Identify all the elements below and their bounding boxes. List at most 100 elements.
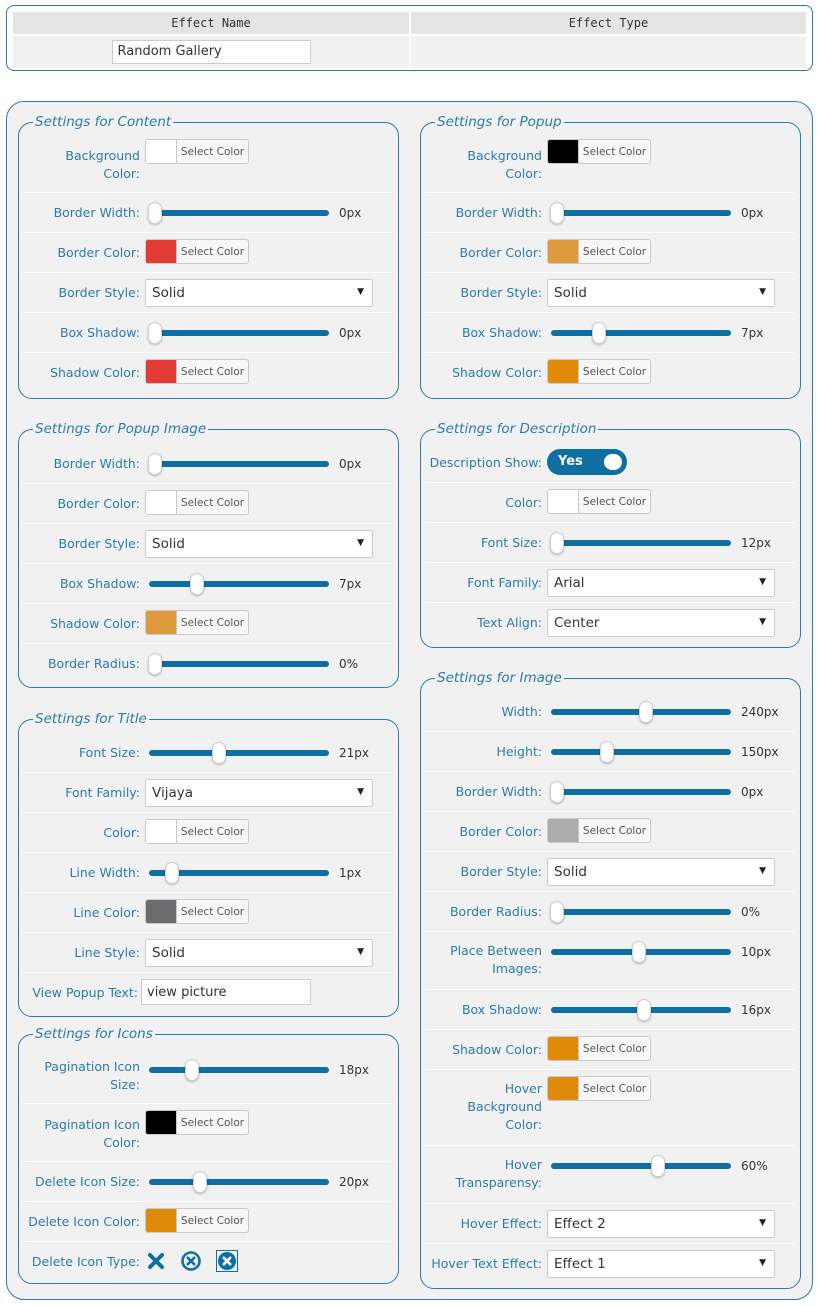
background-color-picker[interactable]: Select Color bbox=[145, 139, 249, 164]
slider-thumb[interactable] bbox=[600, 740, 615, 763]
box-shadow-slider[interactable] bbox=[551, 313, 731, 352]
line-style-select[interactable]: Solid ▼ bbox=[145, 939, 373, 967]
label-shadow-color: Shadow Color: bbox=[452, 1041, 542, 1057]
label-box-shadow: Box Shadow: bbox=[461, 324, 542, 340]
label-hover-text-effect: Hover Text Effect: bbox=[431, 1256, 542, 1271]
font-size-slider[interactable] bbox=[149, 733, 329, 772]
label-border-radius: Border Radius: bbox=[449, 903, 542, 919]
label-font-size: Font Size: bbox=[78, 744, 140, 760]
background-color-picker[interactable]: Select Color bbox=[547, 139, 651, 164]
height-slider[interactable] bbox=[551, 732, 731, 771]
slider-thumb[interactable] bbox=[550, 900, 564, 923]
row-border-width: Border Width: 0px bbox=[23, 444, 392, 484]
border-width-slider[interactable] bbox=[148, 193, 329, 232]
pagination-icon-size-slider[interactable] bbox=[149, 1046, 329, 1094]
label-font-size: Font Size: bbox=[480, 534, 542, 550]
color-picker[interactable]: Select Color bbox=[547, 489, 651, 514]
slider-thumb[interactable] bbox=[637, 998, 652, 1021]
effect-header-box: Effect Name Effect Type Random Gallery bbox=[6, 5, 813, 71]
border-style-select[interactable]: Solid ▼ bbox=[145, 530, 373, 558]
row-delete-icon-type: Delete Icon Type: bbox=[23, 1242, 392, 1282]
slider-thumb[interactable] bbox=[164, 861, 179, 884]
border-width-slider[interactable] bbox=[550, 772, 731, 811]
view-popup-text-input[interactable]: view picture bbox=[141, 979, 311, 1005]
row-shadow-color: Shadow Color: Select Color bbox=[23, 353, 392, 393]
slider-thumb[interactable] bbox=[650, 1155, 665, 1177]
border-color-picker[interactable]: Select Color bbox=[145, 239, 249, 264]
place-between-images-slider[interactable] bbox=[551, 932, 731, 972]
delete-icon-size-slider[interactable] bbox=[149, 1162, 329, 1201]
slider-thumb[interactable] bbox=[632, 941, 647, 963]
shadow-color-picker[interactable]: Select Color bbox=[547, 359, 651, 384]
pagination-icon-color-picker[interactable]: Select Color bbox=[145, 1110, 249, 1135]
border-width-slider[interactable] bbox=[148, 444, 329, 483]
slider-thumb[interactable] bbox=[550, 531, 564, 554]
hover-background-color-picker[interactable]: Select Color bbox=[547, 1076, 651, 1101]
hover-text-effect-select[interactable]: Effect 1 ▼ bbox=[547, 1250, 775, 1278]
legend-title: Settings for Title bbox=[33, 710, 149, 728]
hover-transparency-value: 60% bbox=[741, 1159, 768, 1173]
legend-content: Settings for Content bbox=[33, 113, 174, 131]
font-size-slider[interactable] bbox=[550, 523, 731, 562]
border-color-picker[interactable]: Select Color bbox=[547, 239, 651, 264]
font-family-select[interactable]: Arial ▼ bbox=[547, 569, 775, 597]
slider-thumb[interactable] bbox=[639, 700, 654, 723]
border-radius-slider[interactable] bbox=[550, 892, 731, 931]
border-color-picker[interactable]: Select Color bbox=[547, 818, 651, 843]
slider-thumb[interactable] bbox=[211, 741, 226, 764]
slider-thumb[interactable] bbox=[193, 1170, 208, 1193]
text-align-select[interactable]: Center ▼ bbox=[547, 609, 775, 637]
x-circle-filled-icon[interactable] bbox=[216, 1250, 238, 1272]
line-color-picker[interactable]: Select Color bbox=[145, 899, 249, 924]
border-style-select[interactable]: Solid ▼ bbox=[547, 279, 775, 307]
slider-thumb[interactable] bbox=[592, 321, 606, 344]
border-color-picker[interactable]: Select Color bbox=[145, 490, 249, 515]
color-picker[interactable]: Select Color bbox=[145, 819, 249, 844]
slider-thumb[interactable] bbox=[148, 452, 162, 475]
effect-name-input[interactable]: Random Gallery bbox=[111, 40, 311, 64]
row-height: Height: 150px bbox=[425, 732, 794, 772]
font-family-select[interactable]: Vijaya ▼ bbox=[145, 779, 373, 807]
slider-thumb[interactable] bbox=[190, 572, 204, 595]
delete-icon-color-picker[interactable]: Select Color bbox=[145, 1208, 249, 1233]
row-box-shadow: Box Shadow: 7px bbox=[425, 313, 794, 353]
x-cross-icon[interactable] bbox=[145, 1250, 167, 1272]
border-style-select[interactable]: Solid ▼ bbox=[547, 858, 775, 886]
shadow-color-picker[interactable]: Select Color bbox=[547, 1036, 651, 1061]
description-show-toggle[interactable]: Yes bbox=[547, 449, 627, 475]
row-font-family: Font Family: Vijaya ▼ bbox=[23, 773, 392, 813]
label-border-radius: Border Radius: bbox=[47, 656, 140, 671]
row-background-color: Background Color: Select Color bbox=[23, 133, 392, 193]
label-font-family: Font Family: bbox=[65, 784, 140, 800]
row-shadow-color: Shadow Color: Select Color bbox=[425, 1030, 794, 1070]
box-shadow-slider[interactable] bbox=[551, 990, 731, 1029]
box-shadow-value: 16px bbox=[741, 1002, 771, 1017]
legend-description: Settings for Description bbox=[435, 420, 599, 438]
slider-thumb[interactable] bbox=[148, 201, 162, 224]
x-circle-outline-icon[interactable] bbox=[180, 1250, 202, 1272]
shadow-color-picker[interactable]: Select Color bbox=[145, 610, 249, 635]
slider-thumb[interactable] bbox=[148, 653, 162, 675]
hover-effect-select[interactable]: Effect 2 ▼ bbox=[547, 1210, 775, 1238]
border-radius-slider[interactable] bbox=[148, 644, 329, 684]
slider-thumb[interactable] bbox=[148, 321, 162, 344]
slider-thumb[interactable] bbox=[550, 780, 564, 803]
line-width-slider[interactable] bbox=[149, 853, 329, 892]
row-border-style: Border Style: Solid ▼ bbox=[23, 273, 392, 313]
slider-thumb[interactable] bbox=[184, 1059, 199, 1081]
settings-panel: Settings for Content Background Color: Se… bbox=[6, 101, 813, 1300]
label-border-width: Border Width: bbox=[53, 455, 140, 471]
slider-thumb[interactable] bbox=[550, 201, 564, 224]
row-place-between-images: Place Between Images: 10px bbox=[425, 932, 794, 990]
row-box-shadow: Box Shadow: 7px bbox=[23, 564, 392, 604]
border-width-slider[interactable] bbox=[550, 193, 731, 232]
box-shadow-slider[interactable] bbox=[149, 564, 329, 603]
width-slider[interactable] bbox=[551, 692, 731, 731]
hover-transparency-slider[interactable] bbox=[551, 1146, 731, 1186]
shadow-color-picker[interactable]: Select Color bbox=[145, 359, 249, 384]
line-width-value: 1px bbox=[339, 865, 362, 880]
dropdown-arrow-icon: ▼ bbox=[357, 538, 364, 548]
border-style-select[interactable]: Solid ▼ bbox=[145, 279, 373, 307]
box-shadow-slider[interactable] bbox=[148, 313, 329, 352]
fieldset-title: Settings for Title Font Size: 21px Font … bbox=[18, 710, 399, 1017]
